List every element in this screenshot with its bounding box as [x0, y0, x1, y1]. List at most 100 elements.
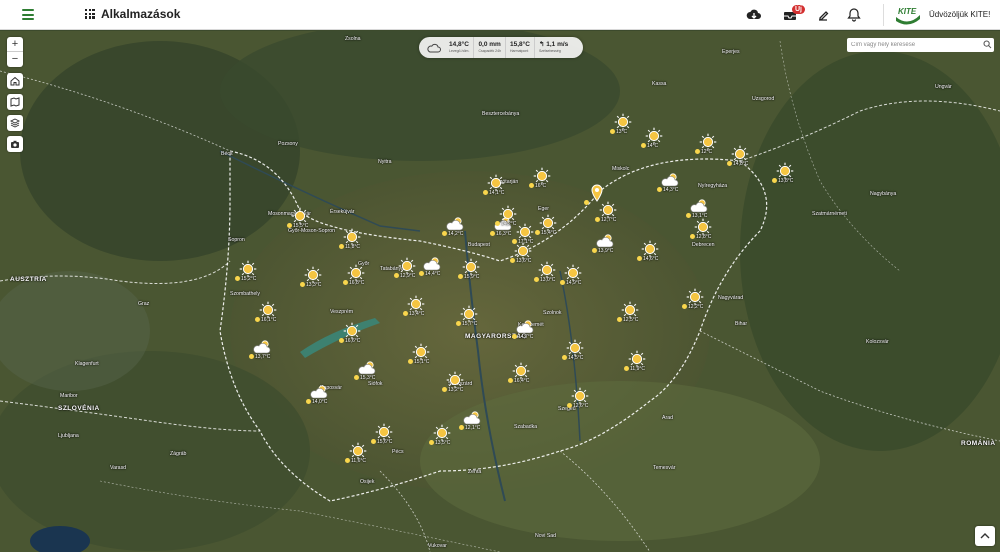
cloud-download-icon[interactable]: [746, 7, 762, 23]
screenshot-button[interactable]: [7, 136, 23, 152]
dew-point-label: Harmatpont: [510, 49, 529, 53]
weather-station-sunny[interactable]: 14,8°C: [727, 145, 751, 169]
station-dot: [459, 425, 464, 430]
weather-station-sunny[interactable]: 16,8°C: [343, 264, 367, 288]
city-label: Nagybánya: [870, 191, 897, 197]
city-label: Novi Sad: [535, 533, 557, 539]
weather-station-sunny[interactable]: 13,8°C: [772, 162, 796, 186]
station-temperature: 12,1°C: [465, 425, 481, 431]
station-temperature: 13,5°C: [435, 440, 451, 446]
weather-station-sunny[interactable]: 12,7°C: [595, 201, 619, 225]
station-temperature: 13,8°C: [778, 178, 794, 184]
city-label: Érsekújvár: [330, 209, 355, 215]
precipitation-readout: 0,0 mm Csapadék 24h: [474, 37, 507, 58]
station-temperature: 11,6°C: [351, 458, 366, 464]
station-dot: [339, 338, 344, 343]
weather-station-cloudy[interactable]: 14,7°C: [512, 318, 536, 342]
weather-station-sunny[interactable]: 11,9°C: [624, 350, 648, 374]
scroll-to-top-button[interactable]: [975, 526, 995, 546]
weather-station-sunny[interactable]: 15,1°C: [408, 343, 432, 367]
weather-station-sunny[interactable]: 13°C: [610, 113, 634, 137]
weather-station-cloudy[interactable]: 14,3°C: [657, 171, 681, 195]
weather-station-sunny[interactable]: 14,1°C: [483, 174, 507, 198]
weather-station-sunny[interactable]: 12,9°C: [394, 257, 418, 281]
station-dot: [567, 403, 572, 408]
weather-station-sunny[interactable]: 12°C: [695, 133, 719, 157]
cloud-icon: [427, 43, 441, 52]
satellite-map[interactable]: AUSZTRIA SZLOVÉNIA ROMÁNIA MAGYARORSZÁG …: [0, 31, 1000, 552]
city-label: Bihar: [735, 321, 748, 327]
welcome-text: Üdvözöljük KITE!: [929, 10, 991, 19]
station-dot: [690, 234, 695, 239]
menu-icon[interactable]: [22, 9, 34, 20]
weather-station-sunny[interactable]: 14°C: [641, 127, 665, 151]
city-label: Arad: [662, 415, 673, 421]
station-dot: [686, 213, 691, 218]
weather-station-sunny[interactable]: 12,5°C: [617, 301, 641, 325]
layers-button[interactable]: [7, 115, 23, 131]
station-temperature: 12,8°C: [696, 234, 712, 240]
zoom-in-button[interactable]: +: [7, 37, 23, 52]
weather-station-sunny[interactable]: 13,6°C: [510, 242, 534, 266]
weather-station-sunny[interactable]: 16,4°C: [508, 362, 532, 386]
weather-station-sunny[interactable]: 12,6°C: [567, 387, 591, 411]
weather-station-sunny[interactable]: 12,2°C: [682, 288, 706, 312]
weather-station-sunny[interactable]: 11,6°C: [345, 442, 369, 466]
weather-station-sunny[interactable]: 15,5°C: [287, 207, 311, 231]
weather-station-cloudy[interactable]: 12,1°C: [459, 409, 483, 433]
applications-menu-button[interactable]: Alkalmazások: [85, 7, 180, 21]
weather-station-sunny[interactable]: 14,9°C: [560, 264, 584, 288]
city-label: Nagyvárad: [718, 295, 744, 301]
weather-station-cloudy[interactable]: 13,9°C: [592, 232, 616, 256]
station-temperature: 13,0°C: [540, 277, 556, 283]
weather-station-cloudy[interactable]: 14,0°C: [306, 383, 330, 407]
weather-station-sunny[interactable]: 15,4°C: [535, 214, 559, 238]
zoom-control: + −: [7, 37, 23, 67]
station-dot: [512, 334, 517, 339]
city-label: Szatmárnémeti: [812, 211, 847, 217]
notification-bell-icon[interactable]: [846, 7, 862, 23]
weather-station-sunny[interactable]: 13,2°C: [442, 371, 466, 395]
station-temperature: 11,8°C: [345, 244, 360, 250]
station-temperature: 12,5°C: [623, 317, 639, 323]
weather-station-sunny[interactable]: 15,9°C: [458, 258, 482, 282]
station-temperature: 12,9°C: [400, 273, 416, 279]
weather-station-sunny[interactable]: 12,8°C: [690, 218, 714, 242]
city-label: Eger: [538, 206, 549, 212]
weather-station-sunny[interactable]: 15,2°C: [235, 260, 259, 284]
weather-station-sunny[interactable]: 13,3°C: [300, 266, 324, 290]
weather-station-cloudy[interactable]: 14,4°C: [419, 255, 443, 279]
map-view-button[interactable]: [7, 94, 23, 110]
weather-station-sunny[interactable]: 15,7°C: [456, 305, 480, 329]
station-temperature: 12°C: [701, 149, 713, 155]
weather-station-sunny[interactable]: 14,5°C: [562, 339, 586, 363]
weather-station-cloudy[interactable]: 14,2°C: [442, 215, 466, 239]
weather-station-sunny[interactable]: 13,5°C: [429, 424, 453, 448]
kite-logo[interactable]: KITE: [895, 5, 921, 25]
weather-station-sunny[interactable]: 11,8°C: [339, 228, 363, 252]
station-dot: [727, 161, 732, 166]
edit-document-icon[interactable]: [815, 7, 831, 23]
city-label: Zágráb: [170, 451, 187, 457]
city-label: Nyíregyháza: [698, 183, 728, 189]
country-label: AUSZTRIA: [10, 276, 47, 283]
zoom-out-button[interactable]: −: [7, 52, 23, 67]
location-search-input[interactable]: [847, 38, 994, 52]
weather-station-sunny[interactable]: 13,0°C: [534, 261, 558, 285]
temperature-value: 14,8°C: [449, 41, 469, 48]
weather-station-sunny[interactable]: 14,6°C: [637, 240, 661, 264]
station-dot: [657, 187, 662, 192]
weather-station-sunny[interactable]: 13,4°C: [403, 295, 427, 319]
weather-station-sunny[interactable]: 15,6°C: [371, 423, 395, 447]
weather-station-cloudy[interactable]: 13,7°C: [249, 338, 273, 362]
station-dot: [371, 439, 376, 444]
dew-point-readout: 15,8°C Harmatpont: [506, 37, 535, 58]
weather-station-sunny[interactable]: 16,1°C: [255, 301, 279, 325]
city-label: Ungvár: [935, 84, 952, 90]
weather-station-cloudy[interactable]: 15,3°C: [354, 359, 378, 383]
search-icon[interactable]: [983, 40, 992, 49]
weather-station-sunny[interactable]: 16°C: [529, 167, 553, 191]
weather-station-sunny[interactable]: 14,2°C: [495, 205, 519, 229]
home-button[interactable]: [7, 73, 23, 89]
weather-station-sunny[interactable]: 16,6°C: [339, 322, 363, 346]
